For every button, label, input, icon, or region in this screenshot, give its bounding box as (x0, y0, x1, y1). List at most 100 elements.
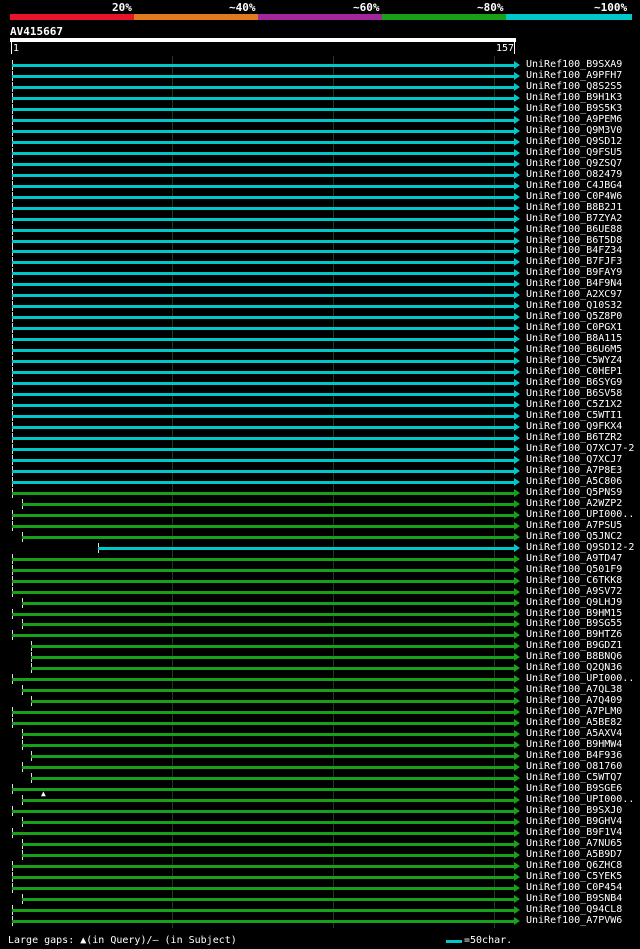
hit-label[interactable]: UniRef100_B6TZR2 (526, 432, 622, 443)
hit-bar[interactable] (21, 744, 514, 748)
hit-label[interactable]: UniRef100_Q5PNS9 (526, 487, 622, 498)
hit-label[interactable]: UniRef100_A9PFH7 (526, 70, 622, 81)
hit-bar[interactable] (12, 217, 514, 221)
hit-label[interactable]: UniRef100_B9HTZ6 (526, 629, 622, 640)
hit-label[interactable]: UniRef100_C0PGX1 (526, 322, 622, 333)
hit-bar[interactable] (12, 809, 514, 813)
hit-label[interactable]: UniRef100_Q9FKX4 (526, 421, 622, 432)
hit-bar[interactable] (12, 513, 514, 517)
hit-bar[interactable] (21, 820, 514, 824)
hit-bar[interactable] (12, 393, 514, 397)
hit-bar[interactable] (12, 458, 514, 462)
hit-label[interactable]: UniRef100_C5WYZ4 (526, 355, 622, 366)
hit-label[interactable]: UniRef100_Q9FSU5 (526, 147, 622, 158)
hit-bar[interactable] (21, 502, 514, 506)
hit-bar[interactable] (12, 151, 514, 155)
hit-label[interactable]: UniRef100_C4JBG4 (526, 180, 622, 191)
hit-label[interactable]: UniRef100_B7FJF3 (526, 256, 622, 267)
hit-label[interactable]: UniRef100_B9S5K3 (526, 103, 622, 114)
hit-bar[interactable] (12, 678, 514, 682)
hit-bar[interactable] (12, 294, 514, 298)
hit-label[interactable]: UniRef100_A9PEM6 (526, 114, 622, 125)
hit-bar[interactable] (21, 601, 514, 605)
hit-bar[interactable] (12, 85, 514, 89)
hit-bar[interactable] (12, 305, 514, 309)
hit-bar[interactable] (12, 404, 514, 408)
hit-bar[interactable] (12, 722, 514, 726)
hit-label[interactable]: UniRef100_B9HMW4 (526, 739, 622, 750)
hit-bar[interactable] (12, 261, 514, 265)
hit-label[interactable]: UniRef100_Q5Z8P0 (526, 311, 622, 322)
hit-label[interactable]: UniRef100_UPI000.. (526, 673, 634, 684)
hit-bar[interactable] (12, 491, 514, 495)
hit-label[interactable]: UniRef100_B9GDZ1 (526, 640, 622, 651)
hit-bar[interactable] (12, 228, 514, 232)
hit-bar[interactable] (98, 546, 514, 550)
hit-label[interactable]: UniRef100_B4F936 (526, 750, 622, 761)
hit-bar[interactable] (12, 250, 514, 254)
hit-label[interactable]: UniRef100_B9SG55 (526, 618, 622, 629)
hit-bar[interactable] (21, 853, 514, 857)
hit-bar[interactable] (21, 535, 514, 539)
hit-label[interactable]: UniRef100_A5B9D7 (526, 849, 622, 860)
hit-label[interactable]: UniRef100_Q9SD12 (526, 136, 622, 147)
hit-label[interactable]: UniRef100_B9SXJ0 (526, 805, 622, 816)
hit-bar[interactable] (21, 766, 514, 770)
hit-bar[interactable] (21, 689, 514, 693)
hit-bar[interactable] (12, 864, 514, 868)
hit-bar[interactable] (12, 184, 514, 188)
hit-label[interactable]: UniRef100_A7P8E3 (526, 465, 622, 476)
hit-bar[interactable] (21, 623, 514, 627)
hit-label[interactable]: UniRef100_B7ZYA2 (526, 213, 622, 224)
hit-bar[interactable] (12, 206, 514, 210)
hit-bar[interactable] (21, 897, 514, 901)
hit-label[interactable]: UniRef100_B6SYG9 (526, 377, 622, 388)
hit-bar[interactable] (12, 316, 514, 320)
hit-bar[interactable] (12, 272, 514, 276)
hit-bar[interactable] (31, 645, 514, 649)
hit-bar[interactable] (12, 831, 514, 835)
hit-label[interactable]: UniRef100_B9HM15 (526, 608, 622, 619)
hit-bar[interactable] (12, 338, 514, 342)
hit-bar[interactable] (12, 415, 514, 419)
hit-label[interactable]: UniRef100_Q6ZHC8 (526, 860, 622, 871)
hit-label[interactable]: UniRef100_A7QL38 (526, 684, 622, 695)
hit-label[interactable]: UniRef100_B6UE88 (526, 224, 622, 235)
hit-label[interactable]: UniRef100_C0P4W6 (526, 191, 622, 202)
hit-label[interactable]: UniRef100_A5C806 (526, 476, 622, 487)
hit-bar[interactable] (12, 469, 514, 473)
hit-bar[interactable] (12, 788, 514, 792)
hit-bar[interactable] (12, 711, 514, 715)
hit-label[interactable]: UniRef100_A5BE82 (526, 717, 622, 728)
hit-label[interactable]: UniRef100_Q501F9 (526, 564, 622, 575)
hit-bar[interactable] (31, 777, 514, 781)
hit-label[interactable]: UniRef100_A7PSU5 (526, 520, 622, 531)
hit-label[interactable]: UniRef100_B4FZ34 (526, 245, 622, 256)
hit-label[interactable]: UniRef100_C6TKK8 (526, 575, 622, 586)
hit-bar[interactable] (12, 107, 514, 111)
hit-label[interactable]: UniRef100_A7PLM0 (526, 706, 622, 717)
hit-bar[interactable] (31, 656, 514, 660)
hit-label[interactable]: UniRef100_B8B2J1 (526, 202, 622, 213)
hit-bar[interactable] (12, 447, 514, 451)
hit-bar[interactable] (12, 568, 514, 572)
hit-row[interactable]: UniRef100_A7PVW6 (0, 915, 640, 927)
hit-label[interactable]: UniRef100_B6T5D8 (526, 235, 622, 246)
hit-label[interactable]: UniRef100_Q10S32 (526, 300, 622, 311)
hit-label[interactable]: UniRef100_C5WTI1 (526, 410, 622, 421)
hit-bar[interactable] (12, 371, 514, 375)
hit-bar[interactable] (12, 524, 514, 528)
hit-label[interactable]: UniRef100_C0P454 (526, 882, 622, 893)
hit-label[interactable]: UniRef100_A5AXV4 (526, 728, 622, 739)
hit-label[interactable]: UniRef100_O81760 (526, 761, 622, 772)
hit-bar[interactable] (31, 700, 514, 704)
hit-bar[interactable] (21, 842, 514, 846)
hit-label[interactable]: UniRef100_A9SV72 (526, 586, 622, 597)
hit-label[interactable]: UniRef100_B9SXA9 (526, 59, 622, 70)
hit-label[interactable]: UniRef100_B9H1K3 (526, 92, 622, 103)
hit-label[interactable]: UniRef100_Q9ZSQ7 (526, 158, 622, 169)
hit-label[interactable]: UniRef100_Q9LHJ9 (526, 597, 622, 608)
hit-label[interactable]: UniRef100_Q5JNC2 (526, 531, 622, 542)
hit-bar[interactable] (12, 612, 514, 616)
hit-label[interactable]: UniRef100_Q7XCJ7-2 (526, 443, 634, 454)
